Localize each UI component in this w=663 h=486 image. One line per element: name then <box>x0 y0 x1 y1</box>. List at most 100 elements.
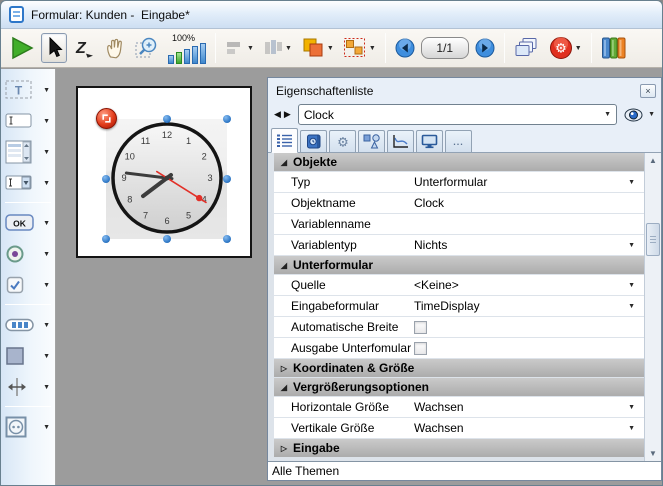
property-label: Automatische Breite <box>274 320 414 334</box>
tab-data[interactable] <box>300 130 327 152</box>
dropdown-caret-icon[interactable]: ▼ <box>628 282 635 289</box>
visibility-button[interactable] <box>624 108 643 122</box>
dropdown-caret-icon[interactable]: ▼ <box>43 87 50 94</box>
tab-more[interactable]: ... <box>445 130 472 152</box>
property-value[interactable]: Nichts <box>414 238 447 252</box>
next-object-button[interactable]: ▶ <box>284 109 291 120</box>
tab-order-button[interactable]: Z <box>70 33 98 63</box>
tab-functions[interactable] <box>387 130 414 152</box>
object-selector-combobox[interactable]: Clock ▼ <box>298 104 617 125</box>
radiobutton-tool[interactable]: ▼ <box>5 242 53 266</box>
tab-properties[interactable] <box>271 128 298 153</box>
tab-display[interactable] <box>416 130 443 152</box>
form-copies-button[interactable] <box>511 33 543 63</box>
dropdown-caret-icon[interactable]: ▼ <box>575 45 582 52</box>
toolbar-separator <box>591 33 592 63</box>
dropdown-caret-icon[interactable]: ▼ <box>369 45 376 52</box>
property-row: Automatische Breite <box>274 317 644 337</box>
frame-tool[interactable]: ▼ <box>5 344 53 368</box>
selection-handle[interactable] <box>163 115 171 123</box>
dropdown-caret-icon[interactable]: ▼ <box>43 322 50 329</box>
dropdown-caret-icon[interactable]: ▼ <box>628 179 635 186</box>
selection-handle[interactable] <box>223 235 231 243</box>
property-value[interactable]: <Keine> <box>414 278 459 292</box>
selection-handle[interactable] <box>223 115 231 123</box>
socket-tool[interactable]: ▼ <box>5 415 53 439</box>
dropdown-caret-icon[interactable]: ▼ <box>628 303 635 310</box>
label-tool[interactable]: T▼ <box>5 78 53 102</box>
property-value[interactable]: Wachsen <box>414 400 464 414</box>
dropdown-caret-icon[interactable]: ▼ <box>43 220 50 227</box>
zoom-level-control[interactable]: 100% <box>165 31 209 65</box>
arrange-order-button[interactable]: ▼ <box>298 33 337 63</box>
dropdown-caret-icon[interactable]: ▼ <box>285 45 292 52</box>
property-value[interactable]: Wachsen <box>414 421 464 435</box>
dropdown-caret-icon[interactable]: ▼ <box>43 282 50 289</box>
widget-action-badge[interactable] <box>96 108 117 129</box>
eye-icon <box>624 108 643 122</box>
run-form-button[interactable] <box>6 33 38 63</box>
select-tool-button[interactable] <box>41 33 67 63</box>
selection-handle[interactable] <box>102 175 110 183</box>
clock-subform-widget[interactable]: 121234567891011 <box>106 119 227 239</box>
section-header[interactable]: ◢Vergrößerungsoptionen <box>274 378 644 396</box>
selection-handle[interactable] <box>102 235 110 243</box>
pan-tool-button[interactable] <box>101 33 129 63</box>
selection-handle[interactable] <box>163 235 171 243</box>
shapes-icon <box>363 134 381 149</box>
textfield-tool[interactable]: ▼ <box>5 109 53 133</box>
property-value[interactable]: TimeDisplay <box>414 299 480 313</box>
form-design-surface[interactable]: 121234567891011 <box>76 86 252 258</box>
align-vertical-button[interactable]: ▼ <box>260 33 295 63</box>
scroll-down-icon[interactable]: ▼ <box>645 446 661 461</box>
prev-object-button[interactable]: ◀ <box>274 109 281 120</box>
combobox-tool[interactable]: ▼ <box>5 171 53 195</box>
zoom-tool-button[interactable] <box>132 33 162 63</box>
settings-button[interactable]: ⚙▼ <box>546 33 585 63</box>
dropdown-caret-icon[interactable]: ▼ <box>43 251 50 258</box>
splitter-tool[interactable]: ▼ <box>5 375 53 399</box>
dropdown-caret-icon[interactable]: ▼ <box>43 118 50 125</box>
dropdown-caret-icon[interactable]: ▼ <box>43 424 50 431</box>
dropdown-caret-icon[interactable]: ▼ <box>327 45 334 52</box>
property-value[interactable]: Unterformular <box>414 175 487 189</box>
section-header[interactable]: ▷Eingabe <box>274 439 644 457</box>
listbox-tool[interactable]: ▼ <box>5 140 53 164</box>
button-tool[interactable]: OK▼ <box>5 211 53 235</box>
scrollbar-thumb[interactable] <box>646 223 660 256</box>
selection-options-button[interactable]: ▼ <box>340 33 379 63</box>
property-row: Quelle<Keine>▼ <box>274 275 644 295</box>
checkbox-tool[interactable]: ▼ <box>5 273 53 297</box>
dropdown-caret-icon[interactable]: ▼ <box>247 45 254 52</box>
theme-filter-input[interactable] <box>268 462 661 480</box>
library-button[interactable] <box>598 33 630 63</box>
dropdown-caret-icon[interactable]: ▼ <box>43 149 50 156</box>
section-header[interactable]: ◢Objekte <box>274 153 644 171</box>
align-horizontal-button[interactable]: ▼ <box>222 33 257 63</box>
section-header[interactable]: ◢Unterformular <box>274 256 644 274</box>
visibility-dropdown-caret-icon[interactable]: ▼ <box>648 111 655 118</box>
dropdown-caret-icon[interactable]: ▼ <box>628 404 635 411</box>
tab-settings[interactable]: ⚙ <box>329 130 356 152</box>
toolbar-tool[interactable]: ▼ <box>5 313 53 337</box>
next-page-button[interactable] <box>472 33 498 63</box>
property-value[interactable]: Clock <box>414 196 444 210</box>
curve-icon <box>392 134 409 149</box>
scrollbar[interactable]: ▲ ▼ <box>644 153 661 461</box>
section-header[interactable]: ▷Koordinaten & Größe <box>274 359 644 377</box>
selection-handle[interactable] <box>223 175 231 183</box>
checkbox[interactable] <box>414 342 427 355</box>
page-indicator[interactable]: 1/1 <box>421 37 469 59</box>
prev-page-button[interactable] <box>392 33 418 63</box>
scroll-up-icon[interactable]: ▲ <box>645 153 661 168</box>
close-icon[interactable]: × <box>640 84 656 98</box>
dropdown-caret-icon[interactable]: ▼ <box>628 242 635 249</box>
palette-separator <box>5 202 51 203</box>
dropdown-caret-icon[interactable]: ▼ <box>43 353 50 360</box>
dropdown-caret-icon[interactable]: ▼ <box>628 425 635 432</box>
tab-objects[interactable] <box>358 130 385 152</box>
zoom-bars-icon <box>168 43 206 64</box>
dropdown-caret-icon[interactable]: ▼ <box>43 384 50 391</box>
dropdown-caret-icon[interactable]: ▼ <box>43 180 50 187</box>
checkbox[interactable] <box>414 321 427 334</box>
